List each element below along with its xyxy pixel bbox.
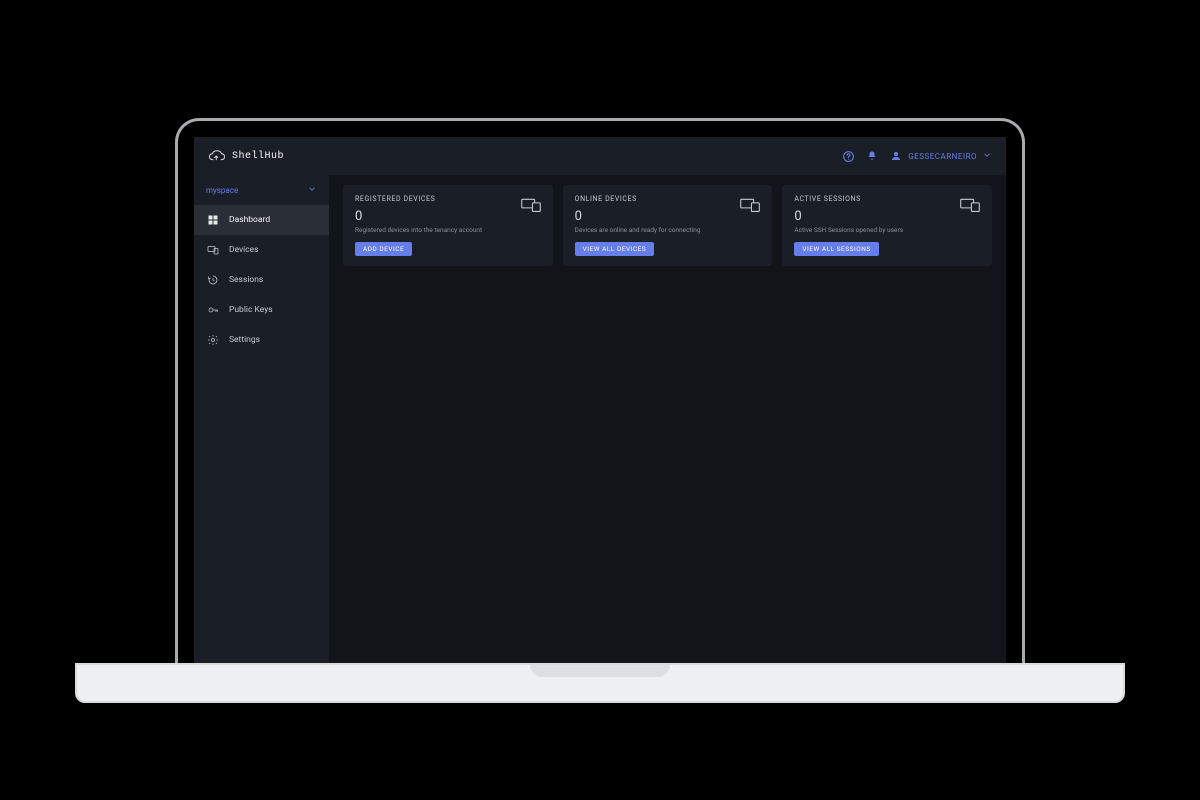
- sidebar-item-label: Settings: [229, 335, 260, 345]
- devices-icon: [521, 197, 541, 213]
- main-content: REGISTERED DEVICES 0 Registered devices …: [329, 175, 1006, 663]
- gear-icon: [206, 334, 219, 347]
- card-title: ONLINE DEVICES: [575, 195, 761, 203]
- laptop-notch: [530, 665, 670, 677]
- topbar: ShellHub GESSECARNEIRO: [194, 137, 1006, 175]
- card-registered-devices: REGISTERED DEVICES 0 Registered devices …: [343, 185, 553, 266]
- sidebar-item-label: Devices: [229, 245, 259, 255]
- sidebar-item-label: Dashboard: [229, 215, 270, 225]
- card-title: REGISTERED DEVICES: [355, 195, 541, 203]
- key-icon: [206, 304, 219, 317]
- app-body: myspace Dashboard: [194, 175, 1006, 663]
- app-name: ShellHub: [232, 151, 284, 162]
- card-count: 0: [355, 209, 541, 224]
- add-device-button[interactable]: ADD DEVICE: [355, 242, 412, 256]
- sidebar-item-dashboard[interactable]: Dashboard: [194, 205, 329, 235]
- help-icon[interactable]: [841, 149, 855, 163]
- card-description: Active SSH Sessions opened by users: [794, 226, 980, 234]
- namespace-selector[interactable]: myspace: [194, 175, 329, 205]
- card-online-devices: ONLINE DEVICES 0 Devices are online and …: [563, 185, 773, 266]
- card-count: 0: [794, 209, 980, 224]
- chevron-down-icon: [982, 150, 992, 162]
- sidebar-item-settings[interactable]: Settings: [194, 325, 329, 355]
- card-count: 0: [575, 209, 761, 224]
- dashboard-icon: [206, 214, 219, 227]
- logo[interactable]: ShellHub: [208, 150, 284, 162]
- sidebar: myspace Dashboard: [194, 175, 329, 663]
- laptop-frame: ShellHub GESSECARNEIRO: [175, 118, 1025, 663]
- user-menu[interactable]: GESSECARNEIRO: [889, 149, 992, 163]
- laptop-base: [75, 663, 1125, 703]
- view-all-devices-button[interactable]: VIEW ALL DEVICES: [575, 242, 655, 256]
- bell-icon[interactable]: [865, 149, 879, 163]
- devices-icon: [740, 197, 760, 213]
- chevron-down-icon: [307, 184, 317, 196]
- app-window: ShellHub GESSECARNEIRO: [194, 137, 1006, 663]
- namespace-label: myspace: [206, 186, 238, 195]
- history-icon: [206, 274, 219, 287]
- view-all-sessions-button[interactable]: VIEW ALL SESSIONS: [794, 242, 878, 256]
- devices-icon: [960, 197, 980, 213]
- card-active-sessions: ACTIVE SESSIONS 0 Active SSH Sessions op…: [782, 185, 992, 266]
- sidebar-item-sessions[interactable]: Sessions: [194, 265, 329, 295]
- username: GESSECARNEIRO: [908, 152, 977, 161]
- devices-icon: [206, 244, 219, 257]
- cloud-icon: [208, 150, 226, 162]
- laptop-bezel: ShellHub GESSECARNEIRO: [175, 118, 1025, 663]
- sidebar-item-label: Public Keys: [229, 305, 273, 315]
- topbar-actions: GESSECARNEIRO: [841, 149, 992, 163]
- user-icon: [889, 149, 903, 163]
- card-description: Devices are online and ready for connect…: [575, 226, 761, 234]
- sidebar-item-public-keys[interactable]: Public Keys: [194, 295, 329, 325]
- card-title: ACTIVE SESSIONS: [794, 195, 980, 203]
- sidebar-item-label: Sessions: [229, 275, 263, 285]
- sidebar-item-devices[interactable]: Devices: [194, 235, 329, 265]
- card-description: Registered devices into the tenancy acco…: [355, 226, 541, 234]
